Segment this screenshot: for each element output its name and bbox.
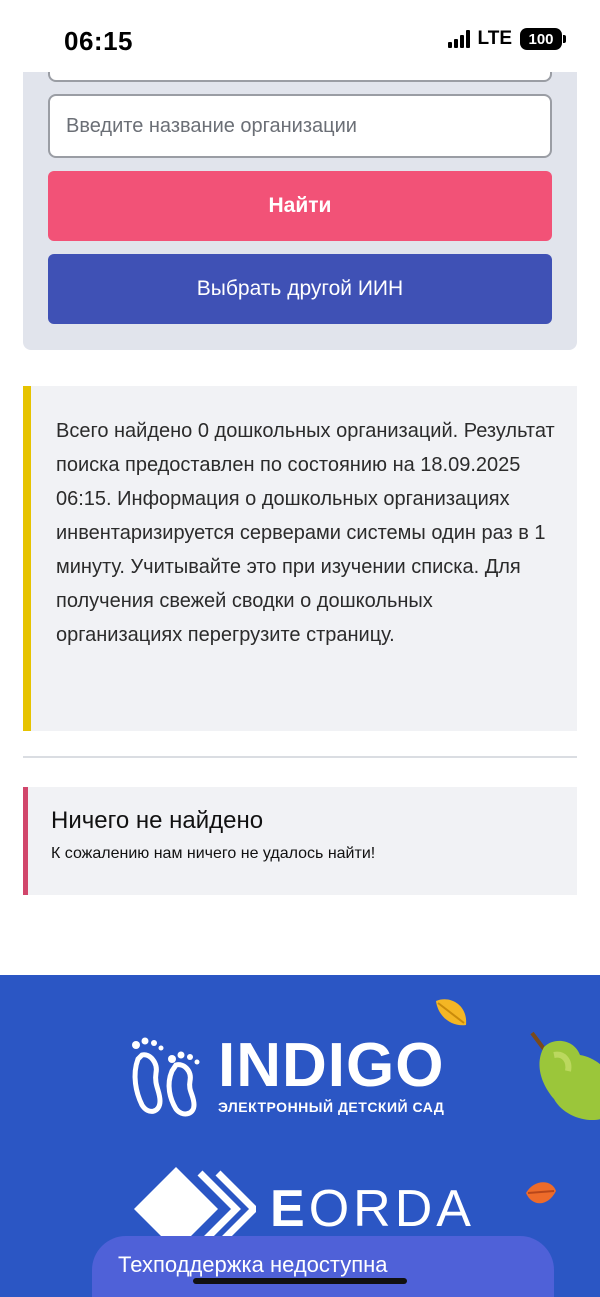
battery-icon: 100 (520, 28, 566, 50)
signal-icon (447, 30, 470, 48)
find-button[interactable]: Найти (48, 171, 552, 241)
indigo-logo: INDIGO ЭЛЕКТРОННЫЙ ДЕТСКИЙ САД (128, 1035, 444, 1117)
status-indicators: LTE 100 (447, 28, 566, 50)
not-found-text: К сожалению нам ничего не удалось найти! (51, 845, 376, 862)
search-info-block: Всего найдено 0 дошкольных организаций. … (23, 386, 577, 731)
pear-icon (530, 1031, 600, 1121)
eorda-first-letter: E (270, 1180, 309, 1238)
status-time: 06:15 (64, 26, 133, 56)
indigo-subtitle: ЭЛЕКТРОННЫЙ ДЕТСКИЙ САД (218, 1099, 445, 1115)
choose-other-iin-button[interactable]: Выбрать другой ИИН (48, 254, 552, 324)
leaf-icon (526, 1182, 556, 1204)
leaf-icon (436, 999, 467, 1026)
network-type: LTE (477, 28, 512, 49)
support-chat-button[interactable]: Техподдержка недоступна (92, 1236, 554, 1297)
not-found-alert: Ничего не найдено К сожалению нам ничего… (23, 787, 577, 895)
battery-level: 100 (528, 30, 554, 48)
eorda-wordmark: EORDA (270, 1179, 475, 1239)
indigo-title: INDIGO (218, 1031, 445, 1100)
not-found-title: Ничего не найдено (51, 807, 264, 834)
support-label: Техподдержка недоступна (118, 1252, 388, 1277)
search-info-text: Всего найдено 0 дошкольных организаций. … (56, 420, 555, 646)
search-panel: Найти Выбрать другой ИИН (23, 40, 577, 350)
organization-search-input[interactable] (48, 94, 552, 158)
eorda-rest: ORDA (308, 1180, 475, 1238)
footprints-icon (132, 1037, 200, 1117)
home-indicator (193, 1278, 407, 1284)
divider (23, 756, 577, 758)
status-bar: 06:15 LTE 100 (0, 0, 600, 72)
